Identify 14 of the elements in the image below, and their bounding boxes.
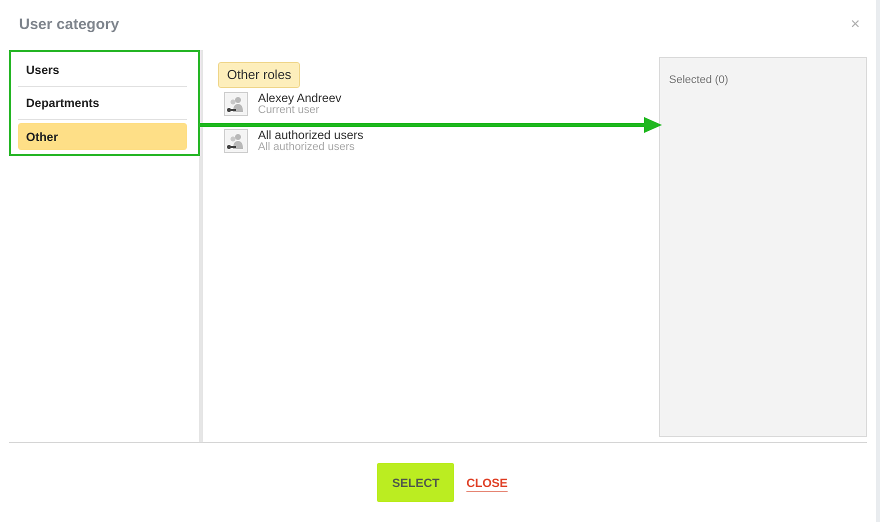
close-link[interactable]: CLOSE (466, 474, 508, 492)
dialog-title: User category (19, 14, 120, 35)
item-name[interactable]: All authorized users (258, 128, 364, 140)
select-button[interactable]: SELECT (377, 463, 454, 502)
user-group-icon (224, 92, 248, 116)
category-item[interactable]: Users (18, 54, 187, 87)
user-group-icon (224, 128, 248, 152)
item-subtitle: Current user (258, 104, 320, 116)
item-name[interactable]: Alexey Andreev (258, 92, 342, 104)
item-subtitle: All authorized users (258, 140, 356, 152)
panel-title: Selected (0) (669, 74, 728, 86)
category-item[interactable]: Other (18, 123, 187, 150)
group-label: Other roles (218, 62, 300, 88)
category-item[interactable]: Departments (18, 87, 187, 120)
